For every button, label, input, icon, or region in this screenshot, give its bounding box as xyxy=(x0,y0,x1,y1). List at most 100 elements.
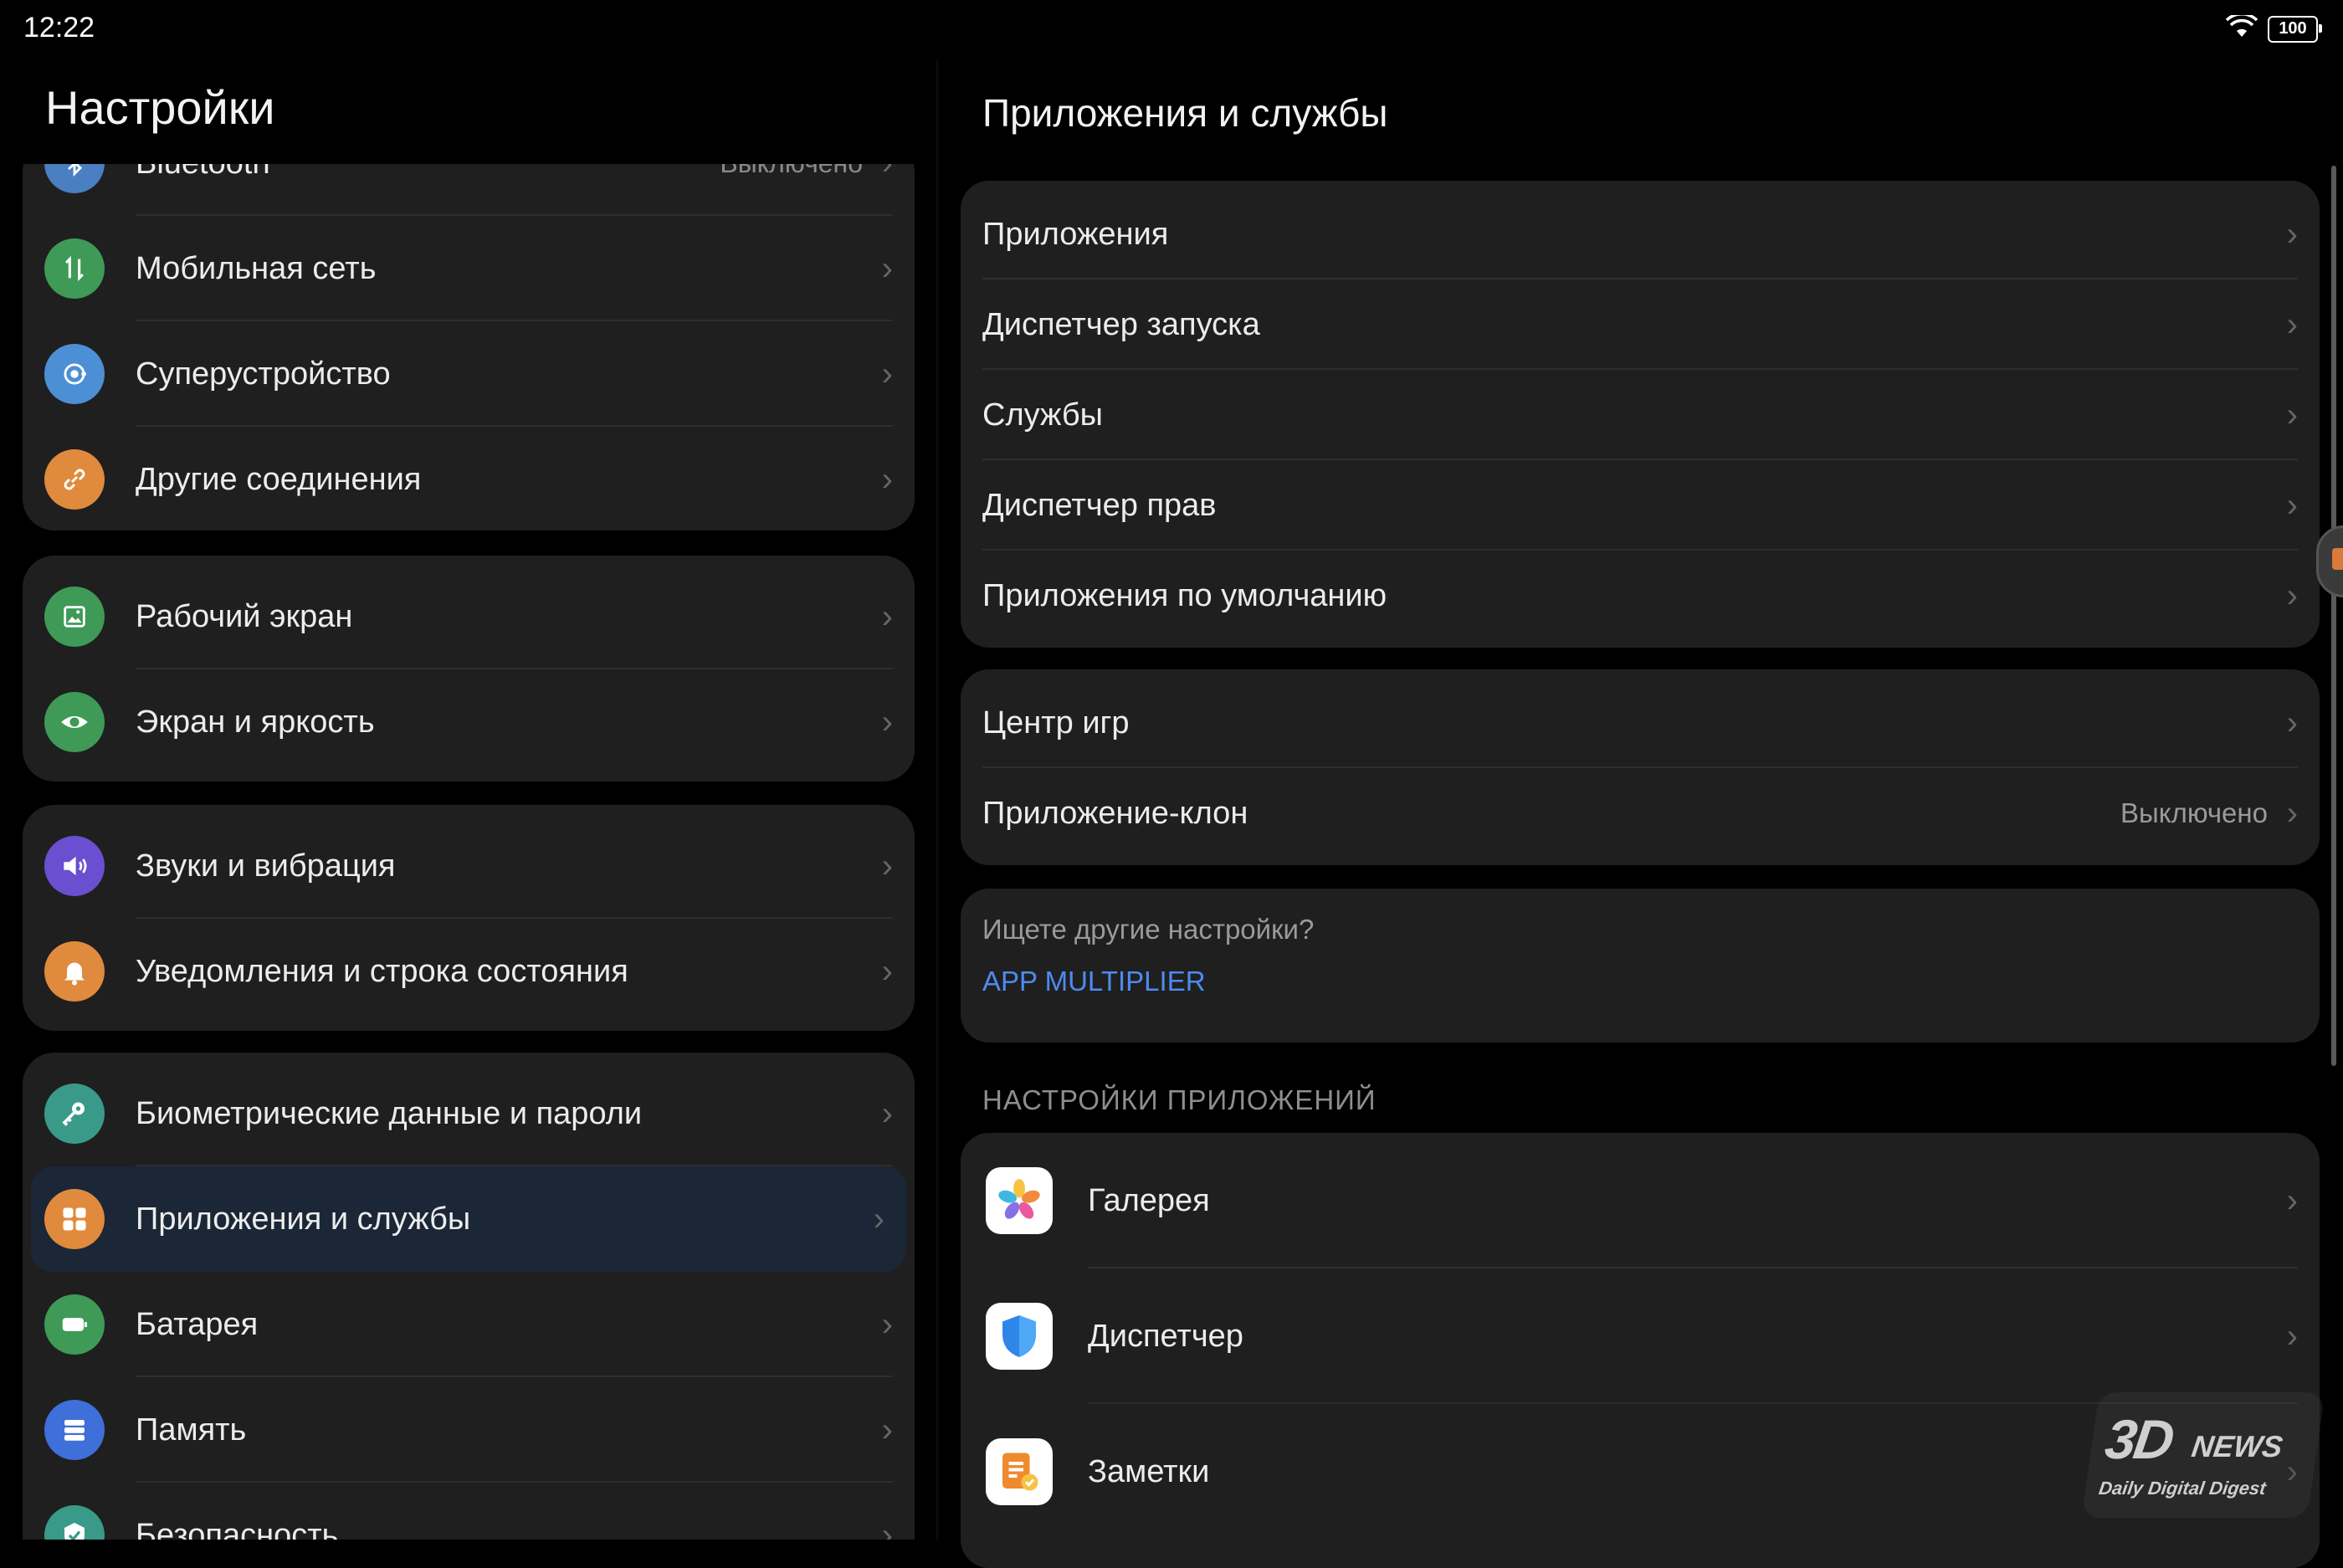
chevron-right-icon: › xyxy=(2286,577,2298,614)
battery-setting-icon xyxy=(44,1294,105,1355)
sidebar-item-label: Мобильная сеть xyxy=(136,251,377,286)
hint-question: Ищете другие настройки? xyxy=(982,914,1315,945)
chevron-right-icon: › xyxy=(881,250,893,287)
status-icons: 100 xyxy=(2225,13,2322,43)
settings-list[interactable]: Bluetooth Выключено › Мобильная сеть › С… xyxy=(0,164,937,1540)
sidebar-item-label: Звуки и вибрация xyxy=(136,848,396,884)
row-label: Заметки xyxy=(1088,1454,1210,1489)
settings-card-display: Рабочий экран › Экран и яркость › xyxy=(23,556,915,781)
row-permission-manager[interactable]: Диспетчер прав › xyxy=(961,460,2320,551)
row-optimizer[interactable]: Диспетчер › xyxy=(961,1268,2320,1404)
row-label: Диспетчер запуска xyxy=(982,307,1260,342)
row-label: Диспетчер xyxy=(1088,1319,1243,1354)
chevron-right-icon: › xyxy=(2286,397,2298,433)
chevron-right-icon: › xyxy=(2286,306,2298,343)
apps-services-card: Приложения › Диспетчер запуска › Службы … xyxy=(961,181,2320,648)
section-header: НАСТРОЙКИ ПРИЛОЖЕНИЙ xyxy=(982,1084,1377,1115)
sidebar-item-security[interactable]: Безопасность › xyxy=(23,1483,915,1540)
sound-icon xyxy=(44,836,105,896)
chevron-right-icon: › xyxy=(2286,487,2298,524)
row-label: Приложение-клон xyxy=(982,796,1248,831)
sidebar-item-label: Суперустройство xyxy=(136,356,391,392)
row-label: Галерея xyxy=(1088,1183,1210,1218)
sidebar-item-biometrics[interactable]: Биометрические данные и пароли › xyxy=(23,1061,915,1166)
row-services[interactable]: Службы › xyxy=(961,370,2320,460)
watermark-news: NEWS xyxy=(2189,1429,2285,1463)
status-bar: 12:22 100 xyxy=(0,0,2343,60)
hint-card: Ищете другие настройки? APP MULTIPLIER xyxy=(961,889,2320,1043)
chevron-right-icon: › xyxy=(2286,705,2298,741)
key-icon xyxy=(44,1084,105,1144)
detail-title: Приложения и службы xyxy=(982,91,1388,135)
sidebar-item-sounds[interactable]: Звуки и вибрация › xyxy=(23,813,915,919)
sidebar-item-label: Приложения и службы xyxy=(136,1202,471,1237)
row-gallery[interactable]: Галерея › xyxy=(961,1133,2320,1268)
optimizer-shield-icon xyxy=(986,1303,1053,1370)
mobile-network-icon xyxy=(44,238,105,299)
sidebar-item-mobile-network[interactable]: Мобильная сеть › xyxy=(23,216,915,321)
sidebar-item-label: Память xyxy=(136,1412,247,1448)
scrollbar[interactable] xyxy=(2331,166,2336,1066)
bluetooth-icon xyxy=(44,164,105,193)
row-label: Центр игр xyxy=(982,705,1130,740)
sidebar-item-label: Bluetooth xyxy=(136,164,270,216)
sidebar-item-label: Уведомления и строка состояния xyxy=(136,954,628,989)
status-time: 12:22 xyxy=(23,12,95,44)
chevron-right-icon: › xyxy=(881,848,893,884)
battery-icon: 100 xyxy=(2268,15,2322,43)
row-label: Приложения по умолчанию xyxy=(982,578,1387,613)
row-label: Диспетчер прав xyxy=(982,488,1217,523)
chevron-right-icon: › xyxy=(881,1517,893,1540)
watermark-logo: 3D NEWS Daily Digital Digest xyxy=(2081,1392,2325,1518)
row-game-center[interactable]: Центр игр › xyxy=(961,678,2320,768)
row-default-apps[interactable]: Приложения по умолчанию › xyxy=(961,551,2320,641)
floating-dock-handle[interactable] xyxy=(2316,525,2343,597)
wifi-icon xyxy=(2225,13,2258,43)
shield-check-icon xyxy=(44,1505,105,1540)
sidebar-item-apps-services[interactable]: Приложения и службы › xyxy=(31,1166,906,1272)
sidebar-item-other-connections[interactable]: Другие соединения › xyxy=(23,427,915,530)
bluetooth-status: Выключено xyxy=(720,164,863,216)
super-device-icon xyxy=(44,344,105,404)
row-launch-manager[interactable]: Диспетчер запуска › xyxy=(961,279,2320,370)
app-multiplier-link[interactable]: APP MULTIPLIER xyxy=(982,966,1206,997)
sidebar-item-label: Экран и яркость xyxy=(136,705,375,740)
row-app-twin[interactable]: Приложение-клон Выключено › xyxy=(961,768,2320,858)
sidebar-item-super-device[interactable]: Суперустройство › xyxy=(23,321,915,427)
page-title: Настройки xyxy=(45,81,275,134)
chevron-right-icon: › xyxy=(2286,1318,2298,1355)
row-apps[interactable]: Приложения › xyxy=(961,189,2320,279)
chevron-right-icon: › xyxy=(2286,216,2298,253)
gallery-icon xyxy=(986,1167,1053,1234)
chevron-right-icon: › xyxy=(2286,795,2298,832)
sidebar-item-storage[interactable]: Память › xyxy=(23,1377,915,1483)
chevron-right-icon: › xyxy=(881,598,893,635)
chevron-right-icon: › xyxy=(881,704,893,740)
sidebar-item-label: Безопасность xyxy=(136,1518,339,1540)
sidebar-item-battery[interactable]: Батарея › xyxy=(23,1272,915,1377)
notes-icon xyxy=(986,1438,1053,1505)
chevron-right-icon: › xyxy=(881,953,893,990)
sidebar-item-home-screen[interactable]: Рабочий экран › xyxy=(23,564,915,669)
watermark-main: 3D xyxy=(2101,1408,2176,1470)
settings-card-connections: Bluetooth Выключено › Мобильная сеть › С… xyxy=(23,164,915,530)
home-screen-icon xyxy=(44,587,105,647)
chevron-right-icon: › xyxy=(882,164,893,216)
sidebar-item-label: Батарея xyxy=(136,1307,259,1342)
chevron-right-icon: › xyxy=(873,1201,884,1237)
sidebar-item-bluetooth[interactable]: Bluetooth Выключено › xyxy=(23,164,915,216)
settings-card-system: Биометрические данные и пароли › Приложе… xyxy=(23,1053,915,1540)
bell-icon xyxy=(44,941,105,1002)
storage-icon xyxy=(44,1400,105,1460)
sidebar-item-label: Биометрические данные и пароли xyxy=(136,1096,643,1131)
sidebar-item-label: Рабочий экран xyxy=(136,599,353,634)
sidebar-item-display-brightness[interactable]: Экран и яркость › xyxy=(23,669,915,775)
app-twin-status: Выключено xyxy=(2120,797,2268,828)
chevron-right-icon: › xyxy=(881,1412,893,1448)
watermark-sub: Daily Digital Digest xyxy=(2097,1478,2268,1499)
row-label: Службы xyxy=(982,397,1103,433)
chevron-right-icon: › xyxy=(881,1306,893,1343)
chevron-right-icon: › xyxy=(881,1095,893,1132)
settings-card-sound: Звуки и вибрация › Уведомления и строка … xyxy=(23,805,915,1031)
sidebar-item-notifications[interactable]: Уведомления и строка состояния › xyxy=(23,919,915,1024)
